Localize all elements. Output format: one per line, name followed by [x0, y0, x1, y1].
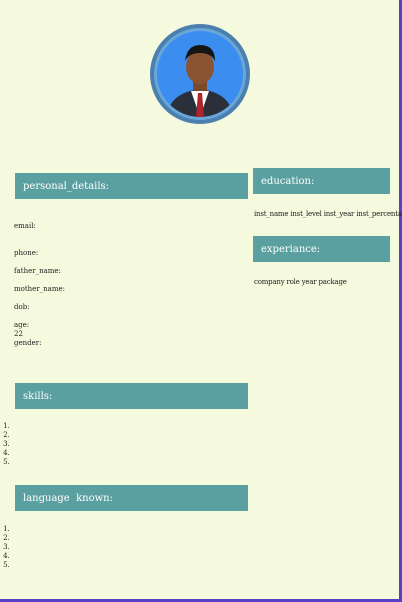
experience-columns: company role year package	[254, 278, 347, 286]
phone-label: phone:	[14, 249, 39, 257]
section-title: skills:	[23, 390, 53, 402]
section-experience: experiance:	[253, 236, 390, 262]
section-title: language known:	[23, 492, 113, 504]
father-name-label: father_name:	[14, 267, 61, 275]
gender-label: gender:	[14, 339, 42, 347]
section-language-known: language known:	[15, 485, 248, 511]
section-personal-details: personal_details:	[15, 173, 248, 199]
skills-list	[0, 422, 12, 467]
age-value: 22	[14, 330, 23, 338]
dob-label: dob:	[14, 303, 30, 311]
language-list	[0, 525, 12, 570]
section-title: experiance:	[261, 243, 321, 255]
education-columns: inst_name inst_level inst_year inst_perc…	[254, 210, 402, 218]
email-label: email:	[14, 222, 36, 230]
section-title: personal_details:	[23, 180, 110, 192]
section-skills: skills:	[15, 383, 248, 409]
profile-photo	[150, 24, 250, 124]
section-education: education:	[253, 168, 390, 194]
age-label: age:	[14, 321, 30, 329]
mother-name-label: mother_name:	[14, 285, 65, 293]
section-title: education:	[261, 175, 315, 187]
profile-photo-image	[157, 31, 243, 117]
